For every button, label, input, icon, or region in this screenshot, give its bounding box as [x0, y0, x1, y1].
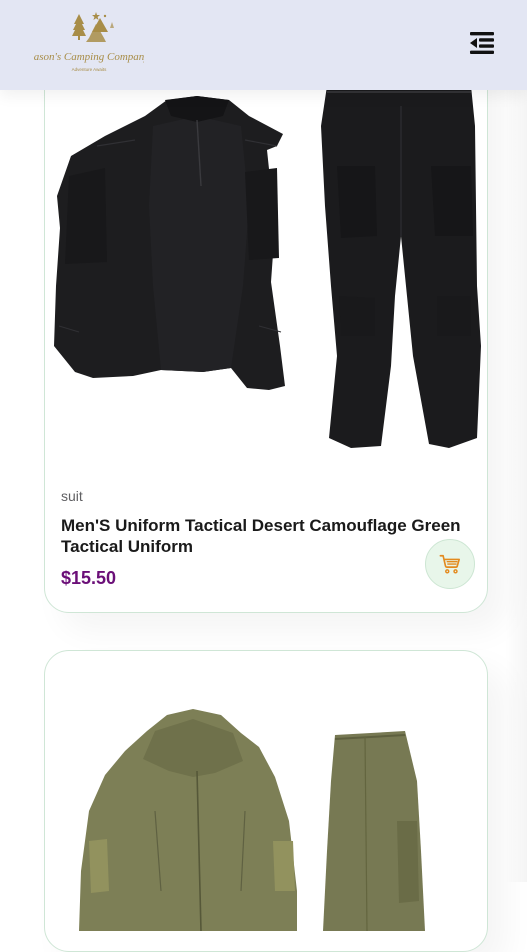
site-header: Jason's Camping Company Adventure Awaits: [0, 0, 527, 90]
site-logo[interactable]: Jason's Camping Company Adventure Awaits: [34, 8, 144, 76]
add-to-cart-button[interactable]: [425, 539, 475, 589]
product-name[interactable]: Men'S Uniform Tactical Desert Camouflage…: [61, 515, 481, 557]
page-edge-shadow: [505, 0, 527, 882]
olive-jacket-shape: [79, 709, 297, 932]
pants-shape: [321, 86, 481, 448]
logo-tagline: Adventure Awaits: [72, 67, 107, 72]
jacket-shape: [54, 96, 285, 390]
black-tactical-uniform-image[interactable]: [45, 86, 487, 461]
olive-pants-shape: [323, 731, 425, 932]
product-brand: suit: [61, 488, 83, 504]
product-price: $15.50: [61, 568, 117, 588]
product-card[interactable]: [44, 650, 488, 952]
product-info: suit Men'S Uniform Tactical Desert Camou…: [61, 488, 471, 588]
olive-tactical-uniform-image[interactable]: [45, 691, 487, 932]
menu-toggle-button[interactable]: [467, 28, 497, 58]
product-card[interactable]: suit Men'S Uniform Tactical Desert Camou…: [44, 0, 488, 613]
logo-wordmark: Jason's Camping Company: [34, 51, 144, 63]
shopping-cart-icon: [439, 554, 460, 574]
menu-collapse-icon: [470, 32, 494, 54]
